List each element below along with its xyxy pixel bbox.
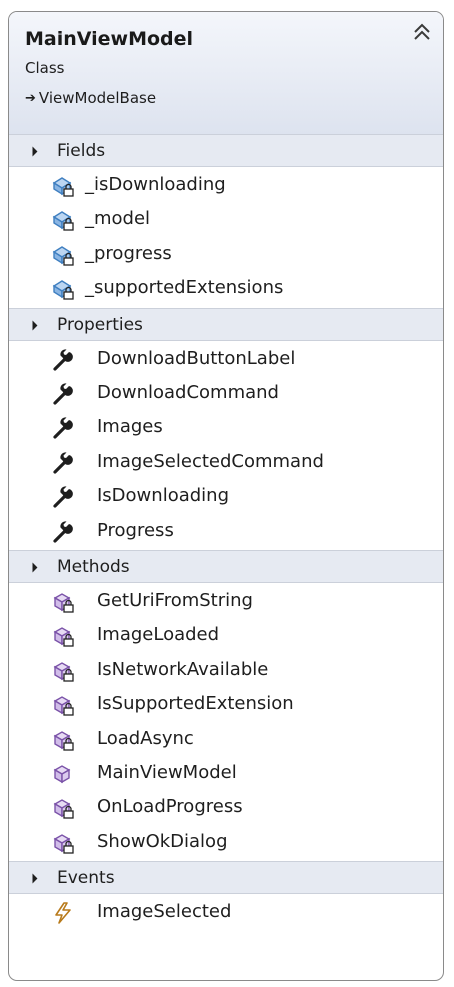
member-item[interactable]: MainViewModel xyxy=(9,756,443,790)
member-name: ImageSelected xyxy=(97,901,232,923)
class-header: MainViewModel Class ➔ ViewModelBase xyxy=(9,12,443,135)
section-properties[interactable]: Properties xyxy=(9,307,443,341)
member-item[interactable]: Images xyxy=(9,410,443,444)
private-field-icon xyxy=(51,208,75,232)
member-name: IsSupportedExtension xyxy=(97,693,294,715)
private-field-icon xyxy=(51,277,75,301)
property-wrench-icon xyxy=(51,382,75,406)
expand-triangle-icon[interactable] xyxy=(27,146,38,157)
class-diagram-card: MainViewModel Class ➔ ViewModelBase Fiel… xyxy=(8,11,444,981)
member-item[interactable]: Progress xyxy=(9,514,443,548)
member-item[interactable]: ImageLoaded xyxy=(9,618,443,652)
member-item[interactable]: ShowOkDialog xyxy=(9,825,443,859)
private-field-icon xyxy=(51,243,75,267)
member-item[interactable]: _progress xyxy=(9,237,443,271)
member-name: DownloadButtonLabel xyxy=(97,347,296,369)
member-name: DownloadCommand xyxy=(97,382,279,403)
member-item[interactable]: DownloadCommand xyxy=(9,376,443,410)
property-wrench-icon xyxy=(51,416,75,440)
private-field-icon xyxy=(51,174,75,198)
section-events[interactable]: Events xyxy=(9,861,443,895)
collapse-chevron-icon[interactable] xyxy=(411,20,433,44)
member-name: LoadAsync xyxy=(97,727,194,749)
expand-triangle-icon[interactable] xyxy=(27,562,38,573)
inherits-arrow-icon: ➔ xyxy=(25,90,36,106)
member-name: _model xyxy=(85,208,151,230)
property-wrench-icon xyxy=(51,485,75,509)
property-wrench-icon xyxy=(51,520,75,544)
member-name: OnLoadProgress xyxy=(97,796,243,818)
member-name: IsNetworkAvailable xyxy=(97,658,269,680)
private-method-icon xyxy=(51,728,75,752)
member-name: _isDownloading xyxy=(85,174,226,195)
member-item[interactable]: ImageSelected xyxy=(9,895,443,929)
base-class-name: ViewModelBase xyxy=(38,89,157,107)
member-item[interactable]: _supportedExtensions xyxy=(9,271,443,305)
property-wrench-icon xyxy=(51,348,75,372)
event-lightning-icon xyxy=(51,901,75,925)
class-kind: Class xyxy=(25,59,65,77)
member-item[interactable]: IsNetworkAvailable xyxy=(9,653,443,687)
member-item[interactable]: IsSupportedExtension xyxy=(9,687,443,721)
member-item[interactable]: _model xyxy=(9,202,443,236)
section-label: Properties xyxy=(57,314,143,335)
section-label: Methods xyxy=(57,557,130,577)
member-item[interactable]: GetUriFromString xyxy=(9,584,443,618)
section-label: Fields xyxy=(57,141,106,161)
member-item[interactable]: IsDownloading xyxy=(9,479,443,513)
private-method-icon xyxy=(51,590,75,614)
member-item[interactable]: LoadAsync xyxy=(9,722,443,756)
private-method-icon xyxy=(51,693,75,717)
member-name: IsDownloading xyxy=(97,485,229,507)
member-name: _supportedExtensions xyxy=(85,277,284,299)
member-name: ShowOkDialog xyxy=(97,830,228,852)
section-label: Events xyxy=(57,868,115,889)
member-name: Images xyxy=(97,416,163,438)
expand-triangle-icon[interactable] xyxy=(27,873,38,884)
member-name: Progress xyxy=(97,519,174,541)
private-method-icon xyxy=(51,796,75,820)
private-method-icon xyxy=(51,624,75,648)
member-item[interactable]: ImageSelectedCommand xyxy=(9,445,443,479)
private-method-icon xyxy=(51,659,75,683)
public-method-icon xyxy=(51,762,75,786)
member-name: GetUriFromString xyxy=(97,590,253,611)
member-name: _progress xyxy=(85,242,172,264)
section-methods[interactable]: Methods xyxy=(9,550,443,583)
member-item[interactable]: DownloadButtonLabel xyxy=(9,342,443,376)
private-method-icon xyxy=(51,831,75,855)
member-name: MainViewModel xyxy=(97,762,237,783)
property-wrench-icon xyxy=(51,451,75,475)
expand-triangle-icon[interactable] xyxy=(27,320,38,331)
member-item[interactable]: OnLoadProgress xyxy=(9,790,443,824)
member-name: ImageSelectedCommand xyxy=(97,450,324,472)
section-fields[interactable]: Fields xyxy=(9,134,443,167)
member-name: ImageLoaded xyxy=(97,624,220,646)
class-name: MainViewModel xyxy=(25,28,194,50)
base-class: ➔ ViewModelBase xyxy=(25,89,156,107)
member-item[interactable]: _isDownloading xyxy=(9,168,443,202)
